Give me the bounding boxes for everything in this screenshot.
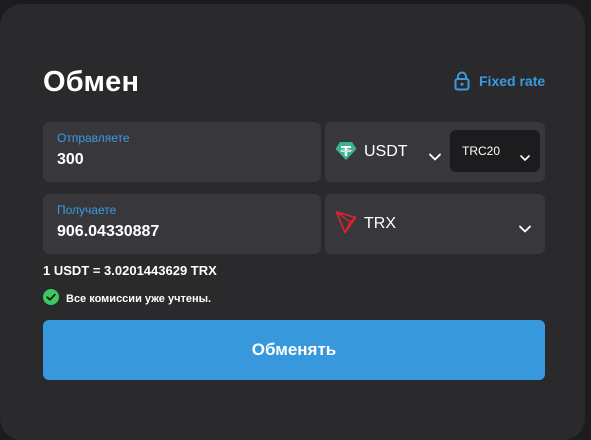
lock-icon: [454, 71, 470, 91]
chevron-down-icon: [520, 148, 530, 166]
check-circle-icon: [43, 289, 59, 308]
send-label: Отправляете: [57, 131, 130, 145]
chevron-down-icon: [519, 220, 531, 238]
page-title: Обмен: [43, 66, 140, 98]
receive-amount-box: Получаете: [43, 194, 321, 254]
receive-currency-name: TRX: [364, 215, 396, 232]
network-select[interactable]: TRC20: [450, 130, 540, 172]
chevron-down-icon: [429, 148, 441, 166]
fees-note: Все комиссии уже учтены.: [43, 289, 211, 308]
fixed-rate-toggle[interactable]: Fixed rate: [454, 71, 545, 91]
send-currency-box: USDT TRC20: [325, 122, 545, 182]
send-currency-name: USDT: [364, 143, 408, 160]
network-label: TRC20: [462, 144, 501, 158]
usdt-icon: [335, 141, 357, 166]
receive-amount-field: [57, 223, 307, 241]
fees-note-text: Все комиссии уже учтены.: [66, 292, 212, 305]
receive-currency-select[interactable]: TRX: [325, 194, 545, 254]
fixed-rate-label: Fixed rate: [479, 73, 546, 89]
receive-label: Получаете: [57, 203, 117, 217]
exchange-button[interactable]: Обменять: [43, 320, 545, 380]
trx-icon: [335, 211, 357, 239]
send-amount-input[interactable]: [57, 151, 307, 169]
send-amount-box: Отправляете: [43, 122, 321, 182]
receive-currency-box: TRX: [325, 194, 545, 254]
exchange-rate: 1 USDT = 3.0201443629 TRX: [43, 263, 217, 278]
exchange-card: Обмен Fixed rate Отправляете USDT: [0, 4, 585, 440]
send-currency-select[interactable]: USDT: [325, 122, 447, 182]
